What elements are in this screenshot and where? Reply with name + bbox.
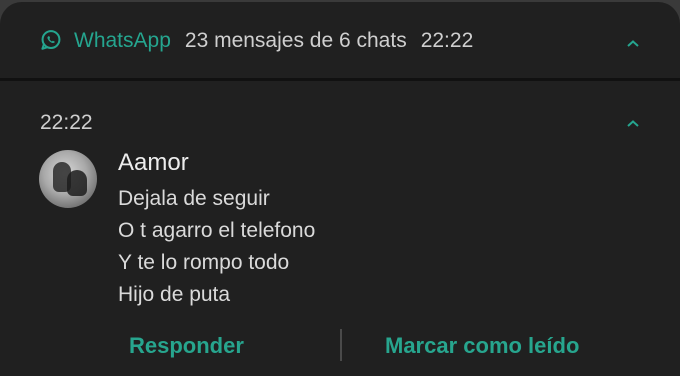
reply-button[interactable]: Responder <box>129 332 244 360</box>
message-line: Hijo de puta <box>118 283 231 306</box>
sender-name: Aamor <box>118 149 189 176</box>
notification-header[interactable]: WhatsApp 23 mensajes de 6 chats 22:22 <box>0 2 680 78</box>
message-line: O t agarro el telefono <box>118 219 316 242</box>
header-divider <box>0 78 680 81</box>
chevron-up-icon[interactable] <box>625 38 641 50</box>
app-name: WhatsApp <box>74 29 171 52</box>
message-line: Y te lo rompo todo <box>118 251 290 274</box>
message-time: 22:22 <box>40 111 93 134</box>
notification-time: 22:22 <box>420 29 474 52</box>
header-text: WhatsApp 23 mensajes de 6 chats 22:22 <box>74 28 473 54</box>
notification-summary: 23 mensajes de 6 chats <box>184 29 407 52</box>
whatsapp-icon <box>41 30 61 50</box>
collapse-chevron-icon[interactable] <box>625 118 641 130</box>
message-line: Dejala de seguir <box>118 187 270 210</box>
notification-card: WhatsApp 23 mensajes de 6 chats 22:22 22:2… <box>0 2 680 376</box>
mark-as-read-button[interactable]: Marcar como leído <box>385 332 579 360</box>
actions-divider <box>340 329 342 361</box>
avatar <box>39 150 97 208</box>
